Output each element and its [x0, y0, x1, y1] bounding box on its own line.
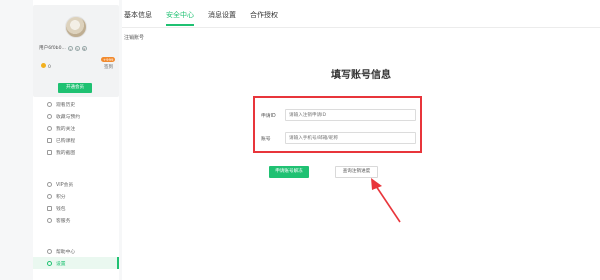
wallet-icon — [47, 205, 52, 211]
checkin-badge: +999 — [101, 57, 116, 62]
nav-item-screenshots[interactable]: 我的截图 — [33, 146, 119, 158]
nav-item-courses[interactable]: 已购课程 — [33, 134, 119, 146]
tab-security-center[interactable]: 安全中心 — [166, 0, 194, 27]
service-icon — [47, 217, 52, 223]
nav-item-help[interactable]: 帮助中心 — [33, 245, 119, 257]
history-icon — [47, 101, 52, 107]
username: 用户6f0b0... — [39, 46, 66, 51]
account-row: 账号 — [261, 132, 416, 144]
request-id-input[interactable] — [285, 109, 416, 121]
coin-row: 0 签到 — [41, 63, 113, 70]
vip-level-icon: v — [67, 45, 73, 51]
star-icon — [47, 113, 52, 119]
coin-balance[interactable]: 0 — [41, 63, 51, 70]
nav-item-points[interactable]: 积分 — [33, 190, 119, 202]
form-title: 填写账号信息 — [331, 70, 391, 81]
vip-icon — [47, 181, 52, 187]
apply-unfreeze-button[interactable]: 申请账号解冻 — [269, 166, 309, 178]
section-label: 注销账号 — [124, 35, 145, 41]
query-progress-button[interactable]: 查询注销进度 — [335, 166, 378, 178]
edit-icon[interactable]: ✎ — [74, 45, 80, 51]
nav-item-service[interactable]: 客服务 — [33, 214, 119, 226]
help-icon — [47, 248, 52, 254]
nav-item-favorites[interactable]: 收藏与预约 — [33, 110, 119, 122]
nav-item-wallet[interactable]: 钱包 — [33, 202, 119, 214]
coin-icon — [41, 63, 46, 68]
nav-group-1: 观看历史 收藏与预约 我的关注 已购课程 我的截图 — [33, 98, 119, 158]
tab-bar: 基本信息 安全中心 消息设置 合作授权 — [122, 0, 600, 28]
avatar[interactable] — [65, 16, 87, 38]
checkin-button[interactable]: 签到 — [104, 64, 113, 70]
open-vip-button[interactable]: 开通会员 — [58, 83, 92, 93]
follow-icon — [47, 125, 52, 131]
settings-icon — [47, 260, 52, 266]
points-icon — [47, 193, 52, 199]
account-label: 账号 — [261, 136, 271, 142]
account-form: 申请ID 账号 — [253, 96, 422, 153]
tab-basic-info[interactable]: 基本信息 — [124, 0, 152, 27]
badge-icon: ♛ — [81, 45, 87, 51]
tab-message-settings[interactable]: 消息设置 — [208, 0, 236, 27]
tab-authorization[interactable]: 合作授权 — [250, 0, 278, 27]
request-id-row: 申请ID — [261, 109, 416, 121]
nav-item-history[interactable]: 观看历史 — [33, 98, 119, 110]
course-icon — [47, 137, 52, 143]
nav-item-follows[interactable]: 我的关注 — [33, 122, 119, 134]
profile-card: 用户6f0b0... v ✎ ♛ +999 0 签到 开通会员 — [33, 5, 119, 97]
main-panel: 注销账号 填写账号信息 申请ID 账号 申请账号解冻 查询注销进度 — [122, 28, 600, 280]
nav-item-settings[interactable]: 设置 — [33, 257, 119, 269]
nav-group-3: 帮助中心 设置 — [33, 245, 119, 269]
screenshot-icon — [47, 149, 52, 155]
account-input[interactable] — [285, 132, 416, 144]
request-id-label: 申请ID — [261, 113, 276, 119]
nav-item-vip[interactable]: VIP会员 — [33, 178, 119, 190]
nav-group-2: VIP会员 积分 钱包 客服务 — [33, 178, 119, 226]
username-row: 用户6f0b0... v ✎ ♛ — [39, 45, 119, 51]
